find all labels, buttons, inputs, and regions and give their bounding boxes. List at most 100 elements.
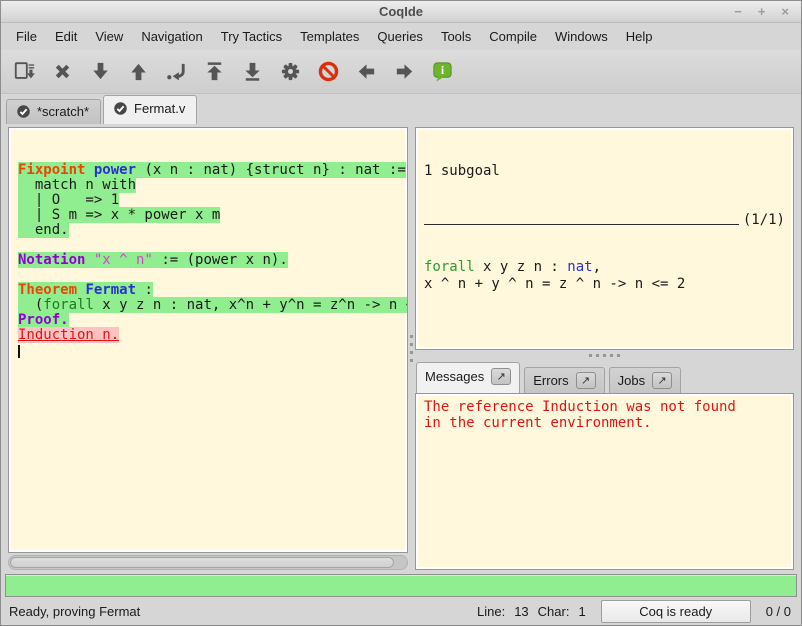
tab-errors[interactable]: Errors↗ — [524, 367, 604, 393]
tab-fermat.v[interactable]: Fermat.v — [103, 95, 197, 124]
code-token: Fixpoint — [18, 162, 85, 178]
horizontal-splitter[interactable] — [415, 350, 794, 360]
subgoal-count: 1 subgoal — [424, 163, 785, 180]
save-icon — [13, 60, 36, 83]
interrupt-icon — [317, 60, 340, 83]
code-line: forall x y z n : nat, — [424, 259, 785, 276]
highlight-span: (forall x y z n : nat, x^n + y^n = z^n -… — [18, 297, 408, 313]
menu-help[interactable]: Help — [617, 25, 662, 48]
code-token: match n with — [18, 177, 136, 193]
vertical-splitter[interactable] — [408, 127, 415, 570]
line-label: Line: — [477, 604, 505, 619]
code-token — [85, 162, 93, 178]
detach-button[interactable]: ↗ — [652, 372, 672, 389]
code-token: nat — [567, 259, 592, 275]
code-line[interactable]: | O => 1 — [18, 193, 407, 208]
menu-try-tactics[interactable]: Try Tactics — [212, 25, 291, 48]
step-backward-button[interactable] — [125, 58, 151, 86]
minimize-button[interactable]: − — [734, 5, 742, 19]
maximize-button[interactable]: + — [758, 5, 766, 19]
menu-navigation[interactable]: Navigation — [132, 25, 211, 48]
code-line[interactable]: end. — [18, 223, 407, 238]
code-token: Theorem — [18, 282, 77, 298]
progress-bar — [5, 574, 797, 597]
step-forward-button[interactable] — [87, 58, 113, 86]
text-span: x ^ n + y ^ n = z ^ n -> n <= 2 — [424, 276, 685, 292]
menu-compile[interactable]: Compile — [480, 25, 546, 48]
tab-label: Messages — [425, 369, 484, 384]
code-line[interactable]: Theorem Fermat : — [18, 283, 407, 298]
goto-end-icon — [241, 60, 264, 83]
next-icon — [393, 60, 416, 83]
goal-panel[interactable]: 1 subgoal (1/1) forall x y z n : nat,x ^… — [415, 127, 794, 350]
code-line: x ^ n + y ^ n = z ^ n -> n <= 2 — [424, 276, 785, 293]
menu-windows[interactable]: Windows — [546, 25, 617, 48]
scrollbar-thumb[interactable] — [10, 557, 394, 568]
code-line[interactable]: | S m => x * power x m — [18, 208, 407, 223]
code-line[interactable] — [18, 238, 407, 253]
tab-jobs[interactable]: Jobs ↗ — [609, 367, 681, 393]
code-line[interactable]: Fixpoint power (x n : nat) {struct n} : … — [18, 163, 407, 178]
titlebar[interactable]: CoqIde − + × — [1, 1, 801, 23]
goto-end-button[interactable] — [239, 58, 265, 86]
code-token: forall — [424, 259, 475, 275]
tab-scratch[interactable]: *scratch* — [6, 99, 101, 124]
restart-button[interactable] — [201, 58, 227, 86]
step-backward-icon — [127, 60, 150, 83]
code-line[interactable]: Notation "x ^ n" := (power x n). — [18, 253, 407, 268]
code-line[interactable] — [18, 343, 407, 358]
interrupt-button[interactable] — [315, 58, 341, 86]
code-editor[interactable]: Fixpoint power (x n : nat) {struct n} : … — [8, 127, 408, 553]
message-tabbar: Messages↗Errors↗Jobs↗ — [415, 360, 794, 393]
code-line[interactable]: (forall x y z n : nat, x^n + y^n = z^n -… — [18, 298, 407, 313]
previous-button[interactable] — [353, 58, 379, 86]
menu-templates[interactable]: Templates — [291, 25, 368, 48]
menu-view[interactable]: View — [86, 25, 132, 48]
text-cursor — [18, 345, 20, 358]
fully-check-button[interactable] — [277, 58, 303, 86]
code-line[interactable]: Proof. — [18, 313, 407, 328]
code-token: x y z n : nat, x^n + y^n = z^n -> n <= — [94, 297, 408, 313]
about-button[interactable]: i — [429, 58, 455, 86]
goal-counter: (1/1) — [743, 212, 785, 229]
highlight-span: | S m => x * power x m — [18, 207, 220, 223]
detach-button[interactable]: ↗ — [491, 368, 511, 385]
close-button[interactable]: × — [781, 5, 789, 19]
code-token: power — [94, 162, 136, 178]
tab-messages[interactable]: Messages ↗ — [416, 362, 520, 393]
code-token: (x n : nat) {struct n} : nat := — [136, 162, 406, 178]
code-line[interactable]: match n with — [18, 178, 407, 193]
goal-lines: forall x y z n : nat,x ^ n + y ^ n = z ^… — [424, 259, 785, 293]
code-line[interactable] — [18, 268, 407, 283]
menu-file[interactable]: File — [7, 25, 46, 48]
goto-cursor-button[interactable] — [163, 58, 189, 86]
highlight-span: Notation "x ^ n" := (power x n). — [18, 252, 288, 268]
next-button[interactable] — [391, 58, 417, 86]
menu-queries[interactable]: Queries — [368, 25, 432, 48]
separator-line — [424, 224, 739, 225]
tab-label: Jobs — [618, 373, 645, 388]
horizontal-scrollbar[interactable] — [8, 555, 408, 570]
check-icon — [16, 104, 31, 119]
prover-counter: 0 / 0 — [766, 604, 791, 619]
code-token: | S m => x * power x m — [18, 207, 220, 223]
code-token — [85, 252, 93, 268]
menu-edit[interactable]: Edit — [46, 25, 86, 48]
messages-panel[interactable]: The reference Induction was not foundin … — [415, 393, 794, 570]
code-token: Notation — [18, 252, 85, 268]
coq-status-button[interactable]: Coq is ready — [601, 600, 751, 623]
stop-button[interactable] — [49, 58, 75, 86]
char-value: 1 — [578, 604, 585, 619]
editor-pane: Fixpoint power (x n : nat) {struct n} : … — [8, 127, 408, 570]
highlight-span: | O => 1 — [18, 192, 119, 208]
menu-tools[interactable]: Tools — [432, 25, 480, 48]
line-value: 13 — [514, 604, 528, 619]
detach-button[interactable]: ↗ — [576, 372, 596, 389]
code-line[interactable]: Induction n. — [18, 328, 407, 343]
goto-cursor-icon — [165, 60, 188, 83]
code-token: Proof. — [18, 312, 69, 328]
save-button[interactable] — [11, 58, 37, 86]
highlight-span: Fixpoint power (x n : nat) {struct n} : … — [18, 162, 406, 178]
code-token: x ^ n + y ^ n = z ^ n -> n <= 2 — [424, 276, 685, 292]
char-label: Char: — [538, 604, 570, 619]
